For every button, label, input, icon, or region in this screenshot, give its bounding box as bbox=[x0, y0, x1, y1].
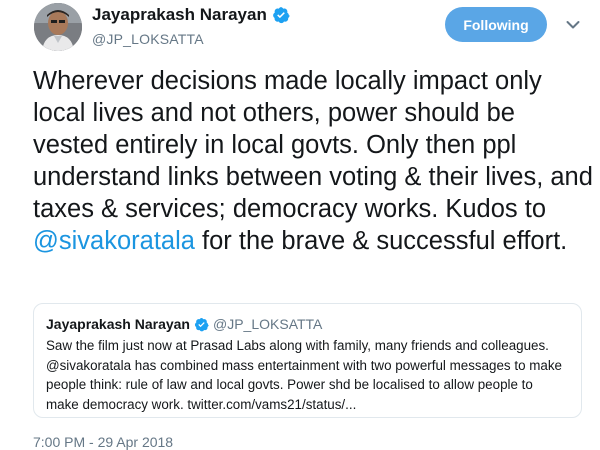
avatar[interactable] bbox=[34, 3, 82, 51]
quoted-tweet-header: Jayaprakash Narayan @JP_LOKSATTA bbox=[46, 315, 569, 333]
tweet-text: Wherever decisions made locally impact o… bbox=[33, 65, 593, 257]
chevron-down-icon[interactable] bbox=[566, 20, 580, 30]
author-name-row: Jayaprakash Narayan bbox=[92, 4, 290, 26]
author-info: Jayaprakash Narayan @JP_LOKSATTA bbox=[92, 4, 290, 48]
quoted-author-handle: @JP_LOKSATTA bbox=[213, 316, 323, 332]
tweet-text-part: for the brave & successful effort. bbox=[194, 227, 568, 255]
verified-badge-icon bbox=[194, 317, 209, 331]
tweet-page: Jayaprakash Narayan @JP_LOKSATTA Followi… bbox=[0, 0, 600, 450]
avatar-image bbox=[34, 3, 82, 51]
author-handle[interactable]: @JP_LOKSATTA bbox=[92, 30, 290, 48]
tweet-text-part: Wherever decisions made locally impact o… bbox=[33, 67, 593, 223]
quoted-author-name: Jayaprakash Narayan bbox=[46, 316, 190, 332]
mention-link[interactable]: @sivakoratala bbox=[33, 227, 195, 255]
verified-badge-icon bbox=[272, 7, 290, 24]
quoted-tweet-card[interactable]: Jayaprakash Narayan @JP_LOKSATTA Saw the… bbox=[33, 303, 582, 418]
following-button[interactable]: Following bbox=[445, 7, 547, 42]
tweet-timestamp[interactable]: 7:00 PM - 29 Apr 2018 bbox=[33, 434, 173, 450]
quoted-tweet-text: Saw the film just now at Prasad Labs alo… bbox=[46, 338, 562, 412]
author-display-name[interactable]: Jayaprakash Narayan bbox=[92, 4, 267, 26]
